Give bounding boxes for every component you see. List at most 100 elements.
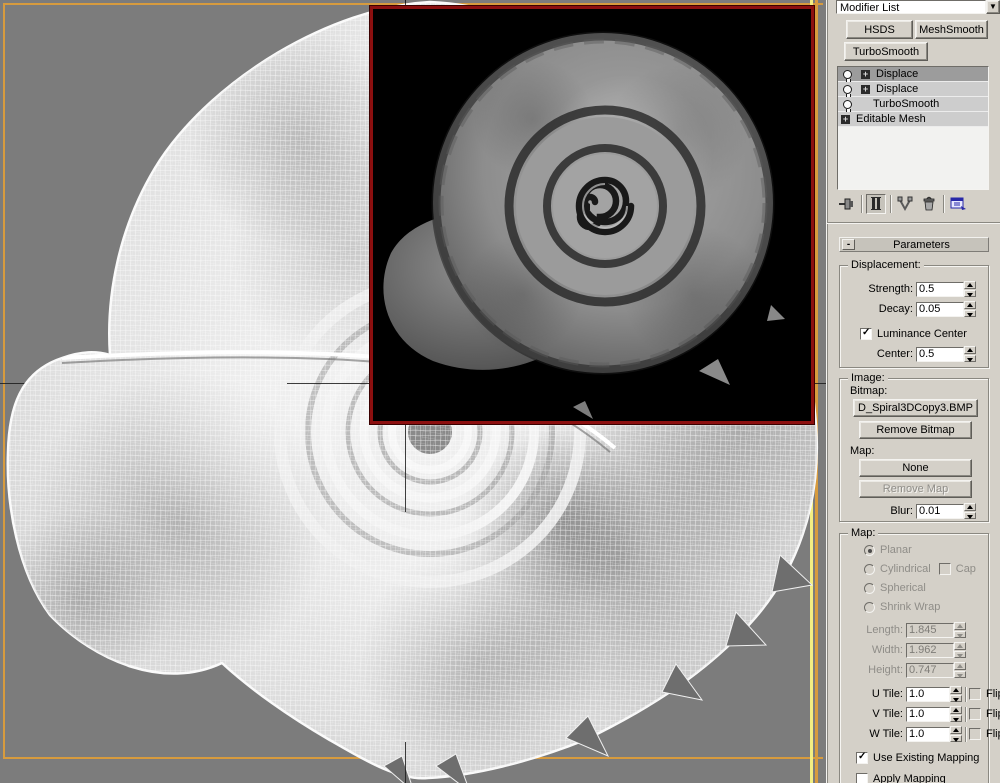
remove-bitmap-button[interactable]: Remove Bitmap (859, 421, 972, 439)
map-none-button[interactable]: None (859, 459, 972, 477)
expand-icon[interactable]: + (861, 84, 870, 94)
spherical-radio-row: Spherical (864, 580, 926, 596)
strength-input[interactable] (916, 281, 964, 297)
width-spinner[interactable] (954, 642, 966, 658)
stack-item-label: Displace (876, 83, 919, 95)
length-row: Length: (844, 622, 966, 638)
stack-toolbar (837, 193, 989, 215)
w-tile-input[interactable] (906, 726, 950, 742)
bitmap-label: Bitmap: (850, 385, 888, 397)
modifier-list-arrow-button[interactable]: ▼ (986, 0, 1000, 14)
visibility-bulb-icon[interactable] (843, 69, 852, 83)
length-input[interactable] (906, 622, 954, 638)
chevron-down-icon: ▼ (989, 2, 997, 11)
use-existing-mapping-checkbox[interactable]: ✓ (856, 751, 868, 764)
apply-mapping-row: Apply Mapping (856, 771, 946, 783)
w-flip-checkbox[interactable] (969, 728, 981, 740)
strength-label: Strength: (868, 283, 913, 295)
cylindrical-radio[interactable] (864, 563, 875, 575)
u-flip-checkbox[interactable] (969, 688, 981, 700)
height-input[interactable] (906, 662, 954, 678)
shrink-wrap-label: Shrink Wrap (880, 601, 941, 613)
v-flip-checkbox[interactable] (969, 708, 981, 720)
separator (965, 706, 966, 722)
bitmap-file-name: D_Spiral3DCopy3.BMP (858, 402, 973, 414)
bitmap-file-button[interactable]: D_Spiral3DCopy3.BMP (853, 399, 978, 417)
image-group-legend: Image: (848, 372, 888, 384)
v-tile-row: V Tile: Flip (844, 706, 1000, 722)
viewport[interactable] (0, 0, 826, 783)
visibility-bulb-icon[interactable] (843, 84, 852, 98)
v-tile-spinner[interactable] (950, 706, 962, 722)
meshsmooth-button[interactable]: MeshSmooth (915, 20, 988, 39)
strength-row: Strength: (846, 281, 976, 297)
center-spinner[interactable] (964, 346, 976, 362)
decay-spinner[interactable] (964, 301, 976, 317)
w-flip-label: Flip (986, 728, 1000, 740)
strength-spinner[interactable] (964, 281, 976, 297)
decay-input[interactable] (916, 301, 964, 317)
stack-item-label: TurboSmooth (873, 98, 940, 110)
configure-modifier-sets-icon[interactable] (948, 194, 968, 214)
rendered-shell-image (373, 9, 811, 421)
w-tile-spinner[interactable] (950, 726, 962, 742)
map-group: Map: Planar Cylindrical Cap Spherical Sh… (839, 527, 1000, 783)
decay-row: Decay: (846, 301, 976, 317)
cap-checkbox[interactable] (938, 563, 951, 575)
stack-item-displace-1[interactable]: + Displace (838, 67, 988, 83)
parameters-rollout-header[interactable]: - Parameters (839, 237, 989, 252)
rollout-title: Parameters (893, 238, 950, 251)
meshsmooth-button-label: MeshSmooth (919, 23, 984, 36)
shrink-wrap-radio[interactable] (864, 601, 875, 613)
spherical-radio[interactable] (864, 582, 875, 594)
v-tile-input[interactable] (906, 706, 950, 722)
width-input[interactable] (906, 642, 954, 658)
modifier-list-value: Modifier List (840, 2, 900, 14)
remove-map-button[interactable]: Remove Map (859, 480, 972, 498)
turbosmooth-button[interactable]: TurboSmooth (844, 42, 928, 61)
cap-label: Cap (955, 563, 976, 575)
separator (965, 686, 966, 702)
luminance-center-checkbox[interactable]: ✓ (860, 327, 872, 340)
collapse-icon[interactable]: - (842, 239, 855, 250)
center-input[interactable] (916, 346, 964, 362)
modifier-list-dropdown[interactable]: Modifier List (836, 0, 986, 14)
stack-item-editable-mesh[interactable]: + Editable Mesh (838, 112, 988, 127)
spherical-label: Spherical (880, 582, 926, 594)
u-tile-input[interactable] (906, 686, 950, 702)
axis-overlay-mid (405, 420, 406, 512)
toolbar-separator (943, 195, 944, 213)
pin-stack-icon[interactable] (837, 194, 857, 214)
height-spinner[interactable] (954, 662, 966, 678)
show-end-result-icon[interactable] (866, 194, 886, 214)
blur-spinner[interactable] (964, 503, 976, 519)
remove-bitmap-label: Remove Bitmap (876, 424, 955, 436)
rendered-frame-window[interactable] (370, 6, 814, 424)
expand-icon[interactable]: + (861, 69, 870, 79)
hsds-button-label: HSDS (864, 23, 895, 36)
apply-mapping-checkbox[interactable] (856, 773, 868, 783)
command-panel: Modifier List ▼ HSDS MeshSmooth TurboSmo… (826, 0, 1000, 783)
length-label: Length: (866, 624, 903, 636)
luminance-center-label: Luminance Center (877, 328, 967, 340)
stack-item-turbosmooth[interactable]: TurboSmooth (838, 97, 988, 113)
cylindrical-label: Cylindrical (880, 563, 931, 575)
blur-row: Blur: (846, 503, 976, 519)
make-unique-icon[interactable] (895, 194, 915, 214)
u-flip-label: Flip (986, 688, 1000, 700)
visibility-bulb-icon[interactable] (843, 99, 852, 113)
v-flip-label: Flip (986, 708, 1000, 720)
height-row: Height: (844, 662, 966, 678)
u-tile-spinner[interactable] (950, 686, 962, 702)
stack-item-displace-2[interactable]: + Displace (838, 82, 988, 98)
expand-icon[interactable]: + (841, 114, 850, 124)
map-label: Map: (850, 445, 875, 457)
length-spinner[interactable] (954, 622, 966, 638)
width-label: Width: (871, 644, 903, 656)
remove-modifier-icon[interactable] (919, 194, 939, 214)
u-tile-label: U Tile: (871, 688, 903, 700)
displacement-group: Displacement: Strength: Decay: ✓ Luminan… (839, 259, 989, 368)
hsds-button[interactable]: HSDS (846, 20, 913, 39)
planar-radio[interactable] (864, 544, 875, 556)
blur-input[interactable] (916, 503, 964, 519)
